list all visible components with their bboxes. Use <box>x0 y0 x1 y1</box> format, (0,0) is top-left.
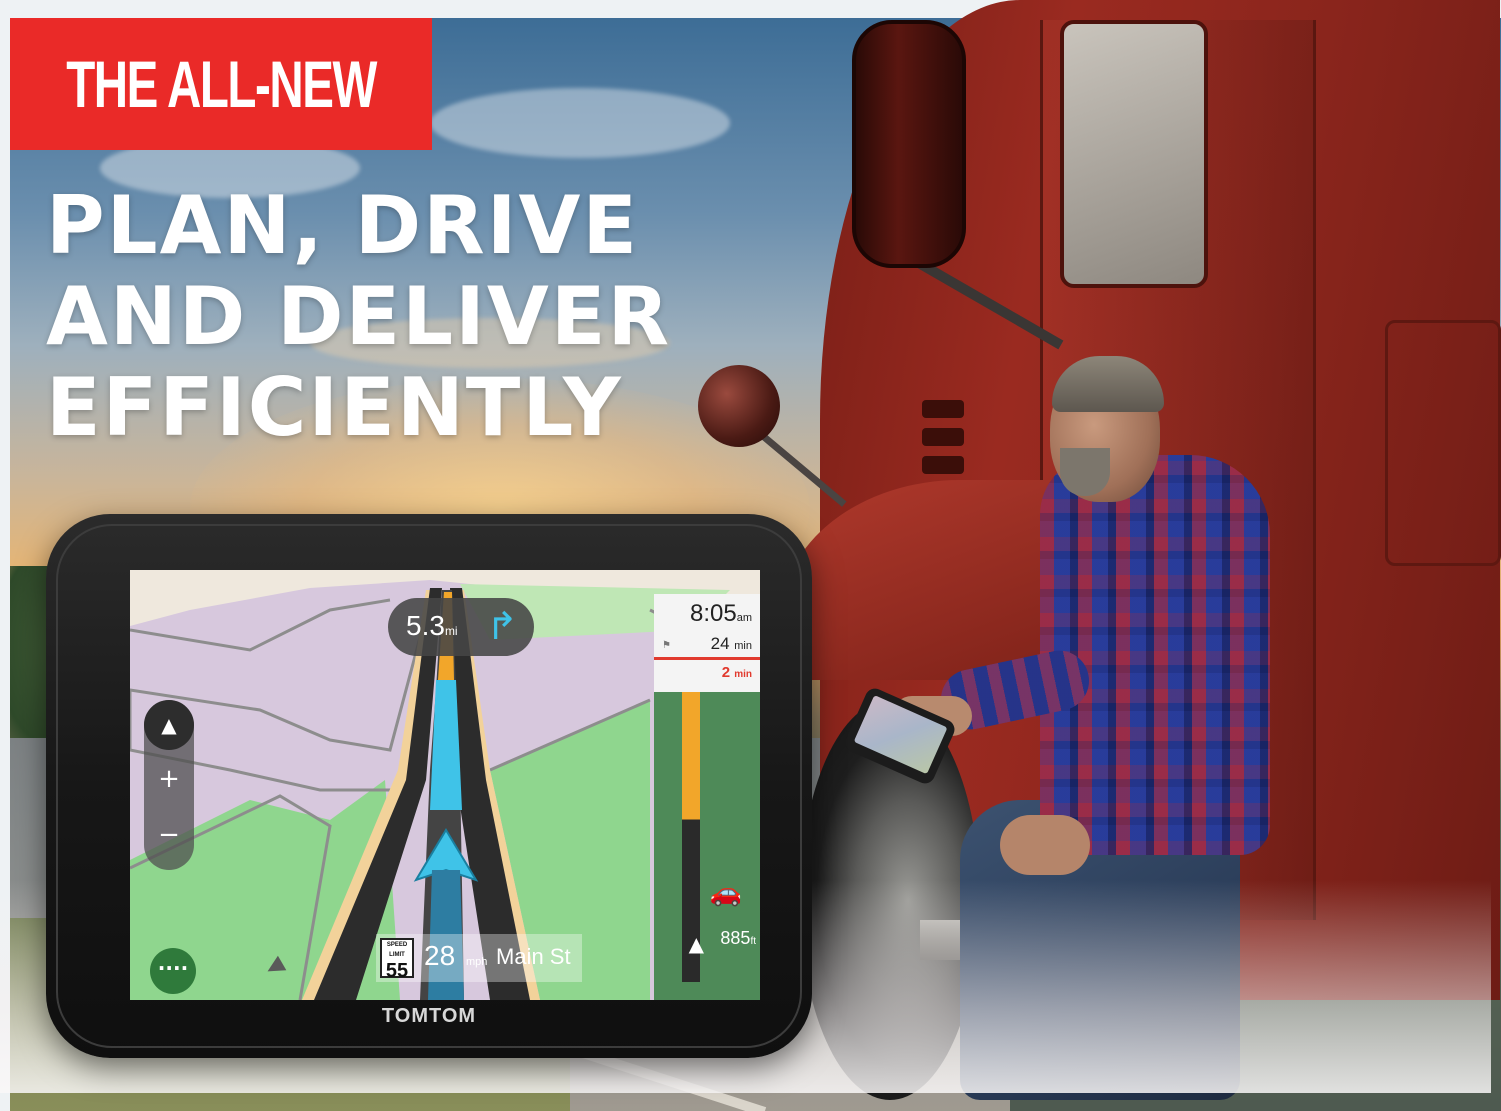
gps-device: 8:05am ⚑ 24 min 2 min 🚗 ▲ 885ft 5.3mi ↱ … <box>46 514 812 1058</box>
man-hand <box>1000 815 1090 875</box>
new-badge: THE ALL-NEW <box>10 18 432 150</box>
badge-text: THE ALL-NEW <box>66 47 377 121</box>
current-position-icon: ▲ <box>688 932 704 956</box>
speed-limit-label: SPEED LIMIT <box>386 942 408 958</box>
speed-unit: mph <box>466 956 488 968</box>
traffic-delay: 2 min <box>721 664 752 681</box>
zoom-out-button[interactable]: − <box>144 820 194 850</box>
street-name: Main St <box>496 944 571 969</box>
brand-logo: TOMTOM <box>381 1005 477 1027</box>
next-event-distance: 885ft <box>720 928 756 948</box>
remaining-duration: 24 min <box>710 634 752 653</box>
truck-vent <box>922 456 964 474</box>
side-mirror <box>852 20 966 268</box>
eta-box[interactable]: 8:05am ⚑ 24 min 2 min <box>654 594 760 692</box>
speed-bar[interactable]: SPEED LIMIT 55 28 mph Main St <box>376 934 582 982</box>
zoom-control[interactable]: ▲ + − <box>144 700 194 870</box>
speed-limit-value: 55 <box>385 960 409 982</box>
headline: PLAN, DRIVE AND DELIVER EFFICIENTLY <box>46 180 766 453</box>
cloud <box>430 88 730 158</box>
navigation-screen[interactable]: 8:05am ⚑ 24 min 2 min 🚗 ▲ 885ft 5.3mi ↱ … <box>130 570 760 1000</box>
compass-icon[interactable]: ▲ <box>144 700 194 750</box>
truck-vent <box>922 428 964 446</box>
man-beard <box>1060 448 1110 496</box>
zoom-in-button[interactable]: + <box>144 764 194 794</box>
instruction-distance: 5.3mi <box>406 610 458 641</box>
flag-icon: ⚑ <box>662 640 671 651</box>
truck-vent <box>922 400 964 418</box>
truck-panel <box>1385 320 1501 566</box>
turn-right-icon: ↱ <box>486 606 518 648</box>
traffic-delay-line <box>654 657 760 660</box>
arrival-time: 8:05am <box>690 600 752 627</box>
current-speed: 28 <box>424 940 456 971</box>
headline-line: EFFICIENTLY <box>46 361 623 454</box>
headline-line: PLAN, DRIVE <box>46 179 640 272</box>
speed-limit-sign: SPEED LIMIT 55 <box>380 938 414 982</box>
headline-line: AND DELIVER <box>46 270 672 363</box>
traffic-cars-icon: 🚗 <box>709 878 742 908</box>
truck-window <box>1060 20 1208 288</box>
main-menu-button[interactable]: ···· <box>150 948 196 994</box>
turn-instruction[interactable]: 5.3mi ↱ <box>388 598 534 656</box>
